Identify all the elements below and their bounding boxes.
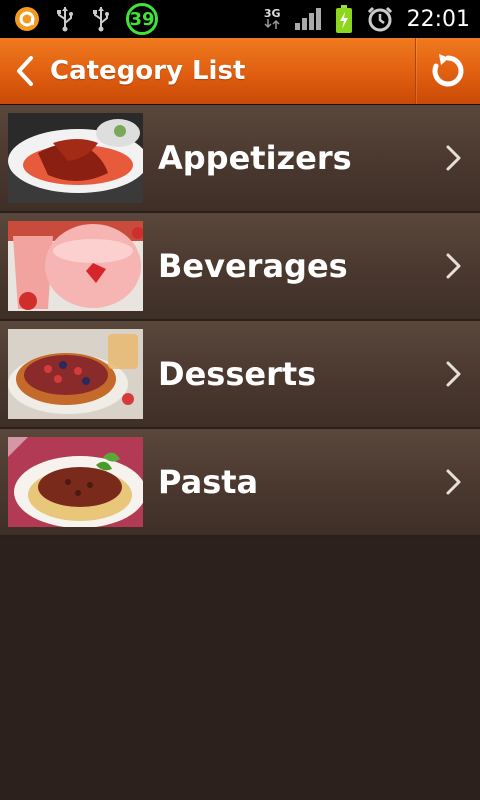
category-label: Beverages — [158, 247, 348, 285]
category-item-desserts[interactable]: Desserts — [0, 321, 480, 429]
category-list: Appetizers Beverages Desserts Pasta — [0, 105, 480, 537]
battery-charging-icon — [335, 5, 353, 33]
appetizers-photo — [8, 113, 143, 203]
network-type-label: 3G — [263, 7, 281, 20]
screen: 39 3G 22:01 Category List Appetizers Bev… — [0, 0, 480, 800]
category-label: Desserts — [158, 355, 317, 393]
chevron-right-icon — [446, 145, 461, 171]
category-label: Appetizers — [158, 139, 352, 177]
app-notification-icon — [14, 6, 40, 32]
category-item-appetizers[interactable]: Appetizers — [0, 105, 480, 213]
status-bar-right: 3G 22:01 — [264, 0, 480, 38]
chevron-right-icon — [446, 253, 461, 279]
desserts-photo — [8, 329, 143, 419]
clock: 22:01 — [406, 6, 470, 32]
status-bar-left: 39 — [0, 0, 158, 38]
signal-icon — [294, 8, 321, 30]
pasta-photo — [8, 437, 143, 527]
network-type-indicator: 3G — [263, 7, 281, 29]
refresh-button[interactable] — [415, 38, 480, 104]
category-item-beverages[interactable]: Beverages — [0, 213, 480, 321]
status-bar: 39 3G 22:01 — [0, 0, 480, 38]
title-bar: Category List — [0, 38, 480, 104]
category-item-pasta[interactable]: Pasta — [0, 429, 480, 537]
usb-icon — [54, 5, 76, 33]
refresh-icon — [432, 54, 464, 87]
category-label: Pasta — [158, 463, 259, 501]
chevron-right-icon — [446, 361, 461, 387]
chevron-right-icon — [446, 469, 461, 495]
back-button[interactable] — [0, 38, 50, 104]
usb-icon — [90, 5, 112, 33]
page-title: Category List — [50, 56, 246, 86]
data-arrows-icon — [264, 19, 280, 29]
notification-count-badge: 39 — [126, 3, 158, 35]
beverages-photo — [8, 221, 143, 311]
alarm-icon — [367, 6, 393, 32]
chevron-left-icon — [17, 56, 33, 86]
